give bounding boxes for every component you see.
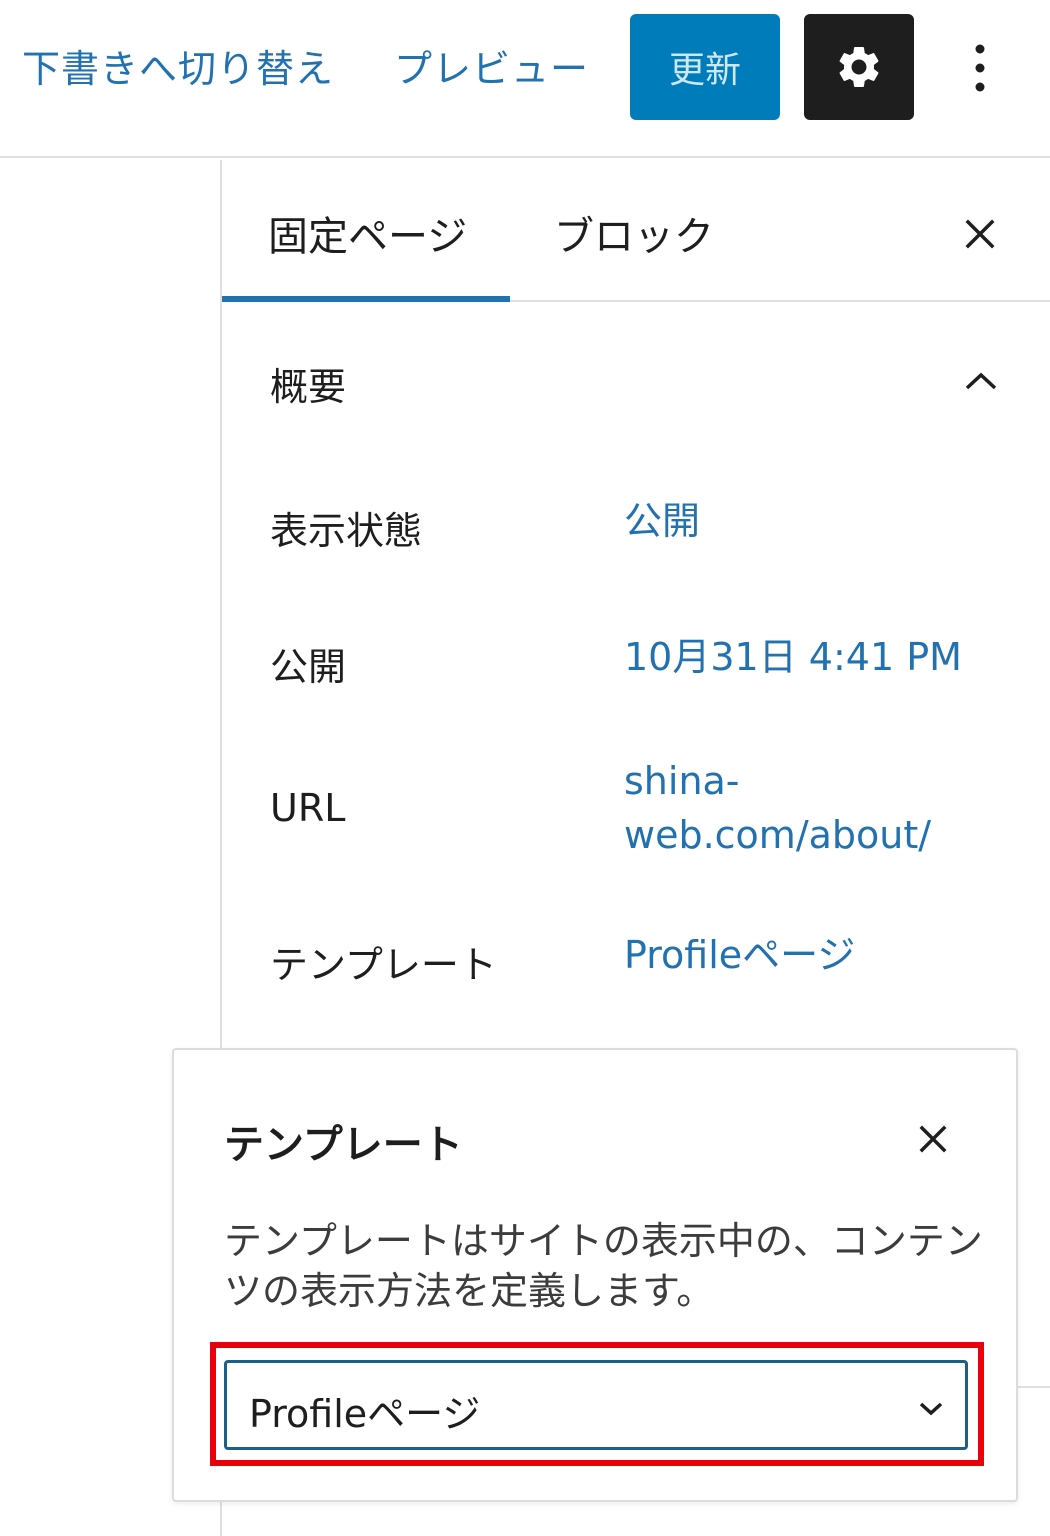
update-button-label: 更新 — [668, 50, 741, 91]
summary-panel-title[interactable]: 概要 — [270, 356, 346, 411]
chevron-down-icon — [913, 1391, 949, 1427]
url-value[interactable]: shina- web.com/about/ — [624, 754, 931, 862]
active-tab-indicator — [222, 296, 510, 302]
update-button[interactable]: 更新 — [630, 14, 780, 120]
switch-to-draft-button[interactable]: 下書きへ切り替え — [22, 38, 334, 93]
template-select[interactable]: Profileページ — [224, 1360, 968, 1450]
editor-header: 下書きへ切り替え プレビュー 更新 — [0, 0, 1050, 158]
settings-button[interactable] — [804, 14, 914, 120]
close-sidebar-button[interactable] — [952, 206, 1008, 262]
url-value-line1: shina- — [624, 759, 740, 803]
more-vertical-icon — [975, 44, 985, 92]
tab-block[interactable]: ブロック — [554, 204, 714, 262]
gear-icon — [839, 46, 879, 87]
preview-button[interactable]: プレビュー — [394, 38, 589, 93]
popover-title: テンプレート — [224, 1122, 463, 1168]
tab-page[interactable]: 固定ページ — [268, 204, 467, 262]
divider — [1018, 1386, 1050, 1388]
visibility-label: 表示状態 — [270, 509, 423, 553]
close-icon — [919, 1125, 947, 1153]
summary-panel-toggle[interactable] — [956, 356, 1006, 406]
template-label: テンプレート — [270, 943, 497, 987]
publish-label: 公開 — [270, 645, 347, 689]
template-select-value: Profileページ — [249, 1392, 481, 1436]
popover-close-button[interactable] — [906, 1112, 960, 1166]
template-popover: テンプレート テンプレートはサイトの表示中の、コンテンツの表示方法を定義します。… — [172, 1048, 1018, 1502]
sidebar-tabs: 固定ページ ブロック — [222, 160, 1050, 302]
close-icon — [965, 219, 995, 249]
publish-date-value[interactable]: 10月31日 4:41 PM — [624, 630, 962, 684]
url-label: URL — [270, 786, 346, 830]
chevron-up-icon — [965, 372, 997, 390]
popover-description: テンプレートはサイトの表示中の、コンテンツの表示方法を定義します。 — [224, 1219, 983, 1313]
url-value-line2: web.com/about/ — [624, 813, 932, 857]
visibility-value[interactable]: 公開 — [624, 494, 700, 548]
more-options-button[interactable] — [950, 30, 1010, 106]
template-value[interactable]: Profileページ — [624, 928, 855, 982]
